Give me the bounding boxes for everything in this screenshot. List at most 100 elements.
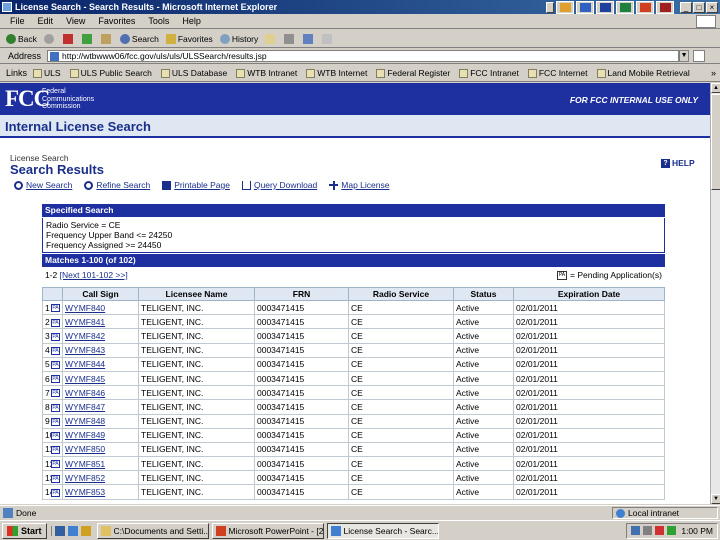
search-button[interactable]: Search [119,33,159,44]
license-detail-icon[interactable]: PA [51,346,60,355]
close-button[interactable]: × [706,1,718,13]
col-header-radio-service[interactable]: Radio Service [348,287,454,301]
ie-icon[interactable] [67,525,78,536]
col-header-expiration-date[interactable]: Expiration Date [513,287,665,301]
link-uls-database[interactable]: ULS Database [160,68,227,78]
col-header-frn[interactable]: FRN [254,287,349,301]
go-button[interactable] [693,50,706,62]
link-land-mobile-retrieval[interactable]: Land Mobile Retrieval [596,68,690,78]
license-detail-icon[interactable]: PA [51,474,60,483]
call-sign-link[interactable]: WYMF845 [65,374,105,384]
forward-button[interactable] [43,33,56,44]
address-dropdown-icon[interactable]: ▼ [679,50,690,62]
call-sign-link[interactable]: WYMF853 [65,487,105,497]
clock[interactable]: 1:00 PM [681,526,713,536]
call-sign-link[interactable]: WYMF846 [65,388,105,398]
tray-antivirus-icon[interactable] [655,526,665,535]
link-fcc-internet[interactable]: FCC Internet [527,68,588,78]
back-button[interactable]: Back [6,33,37,44]
col-header-licensee-name[interactable]: Licensee Name [138,287,255,301]
license-detail-icon[interactable]: PA [51,375,60,384]
stop-button[interactable] [62,33,75,44]
link-uls-public-search[interactable]: ULS Public Search [69,68,152,78]
refine-search-link[interactable]: Refine Search [84,180,150,190]
excel-app-icon[interactable] [616,0,634,14]
minimize-button[interactable]: _ [680,1,692,13]
access-app-icon[interactable] [656,0,674,14]
home-button[interactable] [100,33,113,44]
tray-volume-icon[interactable] [643,526,653,535]
pager-next-link[interactable]: [Next 101-102 >>] [60,270,128,280]
license-detail-icon[interactable]: PA [51,332,60,341]
license-detail-icon[interactable]: PA [51,432,60,441]
word-app-icon[interactable] [596,0,614,14]
call-sign-link[interactable]: WYMF852 [65,473,105,483]
task-explorer[interactable]: C:\Documents and Setti... [96,522,209,539]
call-sign-link[interactable]: WYMF843 [65,345,105,355]
call-sign-link[interactable]: WYMF844 [65,359,105,369]
history-button[interactable]: History [219,33,258,44]
mail-button[interactable] [265,33,277,44]
menu-tools[interactable]: Tools [148,16,169,26]
license-detail-icon[interactable]: PA [51,446,60,455]
print-button[interactable] [284,33,296,44]
links-more-chevron-icon[interactable]: » [711,68,716,78]
menu-favorites[interactable]: Favorites [98,16,135,26]
powerpoint-app-icon[interactable] [636,0,654,14]
call-sign-link[interactable]: WYMF849 [65,430,105,440]
call-sign-link[interactable]: WYMF848 [65,416,105,426]
license-detail-icon[interactable]: PA [51,389,60,398]
task-internet-explorer[interactable]: License Search - Searc... [326,522,439,539]
call-sign-link[interactable]: WYMF842 [65,331,105,341]
license-detail-icon[interactable]: PA [51,417,60,426]
tray-network-icon[interactable] [631,526,641,535]
link-wtb-intranet[interactable]: WTB Intranet [236,68,297,78]
taskbar-toggle-icon[interactable] [546,1,554,13]
scroll-thumb[interactable] [711,94,720,190]
office-app-icon[interactable] [556,0,574,14]
menu-help[interactable]: Help [182,16,201,26]
call-sign-link[interactable]: WYMF851 [65,459,105,469]
link-federal-register[interactable]: Federal Register [376,68,450,78]
license-detail-icon[interactable]: PA [51,403,60,412]
menu-file[interactable]: File [10,16,25,26]
license-detail-icon[interactable]: PA [51,460,60,469]
license-detail-icon[interactable]: PA [51,361,60,370]
license-detail-icon[interactable]: PA [51,318,60,327]
col-header-call-sign[interactable]: Call Sign [62,287,139,301]
col-header-status[interactable]: Status [453,287,514,301]
tray-app-icon[interactable] [667,526,677,535]
printable-page-link[interactable]: Printable Page [162,180,230,190]
link-fcc-intranet[interactable]: FCC Intranet [459,68,519,78]
call-sign-link[interactable]: WYMF847 [65,402,105,412]
license-detail-icon[interactable]: PA [51,488,60,497]
menu-edit[interactable]: Edit [38,16,54,26]
query-download-link[interactable]: Query Download [241,180,317,190]
favorites-button[interactable]: Favorites [165,33,213,44]
desktop-icon[interactable] [54,525,65,536]
outlook-app-icon[interactable] [576,0,594,14]
expiration-date-cell: 02/01/2011 [513,441,665,458]
call-sign-link[interactable]: WYMF841 [65,317,105,327]
new-search-link[interactable]: New Search [14,180,72,190]
scroll-up-icon[interactable]: ▲ [711,83,720,93]
outlook-icon[interactable] [80,525,91,536]
call-sign-link[interactable]: WYMF840 [65,303,105,313]
vertical-scrollbar[interactable]: ▲ ▼ [710,83,720,504]
scroll-down-icon[interactable]: ▼ [711,494,720,504]
address-input[interactable]: http://wtbwww06/fcc.gov/uls/uls/ULSSearc… [47,50,680,62]
help-link[interactable]: ? HELP [661,158,695,168]
map-license-link[interactable]: Map License [329,180,389,190]
refresh-button[interactable] [81,33,94,44]
menu-view[interactable]: View [66,16,85,26]
discuss-button[interactable] [322,33,334,44]
window-title-bar[interactable]: License Search - Search Results - Micros… [0,0,720,14]
link-uls[interactable]: ULS [33,68,61,78]
link-wtb-internet[interactable]: WTB Internet [306,68,367,78]
edit-button[interactable] [303,33,315,44]
license-detail-icon[interactable]: PA [51,304,60,313]
task-powerpoint[interactable]: Microsoft PowerPoint - [2... [211,522,324,539]
call-sign-link[interactable]: WYMF850 [65,444,105,454]
start-button[interactable]: Start [2,522,47,539]
maximize-button[interactable]: □ [693,1,705,13]
